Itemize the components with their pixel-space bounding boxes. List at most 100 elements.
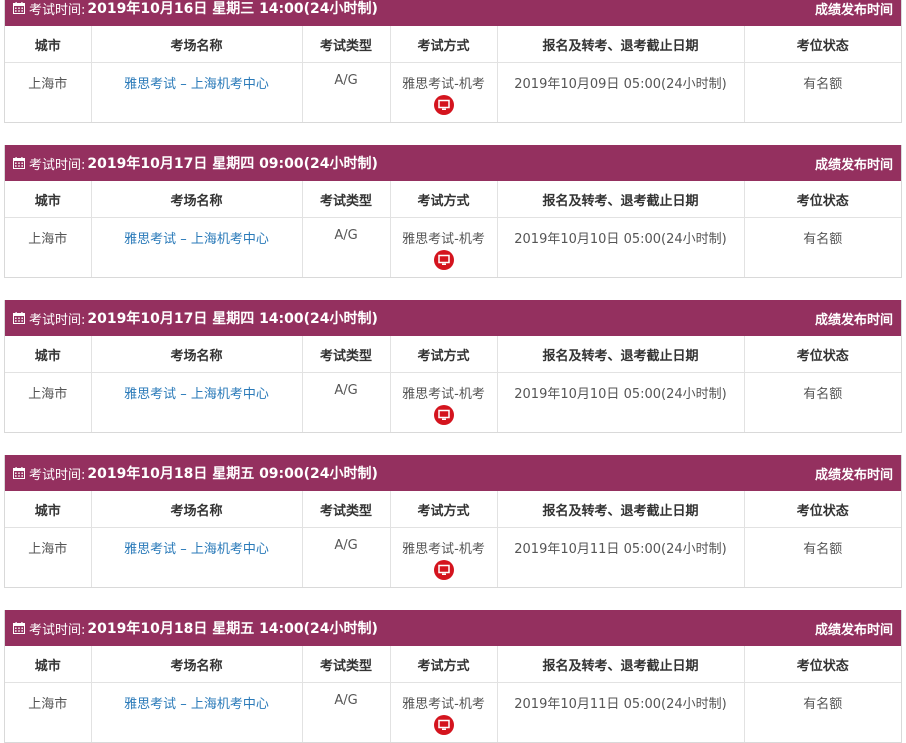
time-prefix: 考试时间: [29,622,86,638]
score-release-link[interactable]: 成绩发布时间 [815,464,893,483]
exam-session-card: 考试时间: 2019年10月18日 星期五 09:00(24小时制) 成绩发布时间城… [4,455,902,588]
score-release-link[interactable]: 成绩发布时间 [815,154,893,173]
city-cell: 上海市 [5,527,92,587]
exam-method-label: 雅思考试-机考 [402,232,485,247]
session-time-value: 2019年10月17日 星期四 09:00(24小时制) [87,156,378,172]
column-header: 考位状态 [744,181,901,218]
column-header: 考场名称 [91,646,303,683]
session-time-value: 2019年10月18日 星期五 09:00(24小时制) [87,466,378,482]
city-cell: 上海市 [5,217,92,277]
table-header-row: 城市 考场名称 考试类型 考试方式 报名及转考、退考截止日期 考位状态 [5,26,901,63]
exam-type-cell: A/G [302,372,391,432]
column-header: 考场名称 [91,336,303,373]
table-row: 上海市 雅思考试 – 上海机考中心 A/G 雅思考试-机考 2019年10月11日 05… [5,527,901,587]
column-header: 考位状态 [744,646,901,683]
deadline-cell: 2019年10月09日 05:00(24小时制) [497,62,745,122]
computer-icon [433,560,454,580]
seat-status-cell: 有名额 [803,387,843,402]
column-header: 城市 [5,181,92,218]
session-time: 考试时间: 2019年10月18日 星期五 14:00(24小时制) [13,618,378,638]
column-header: 报名及转考、退考截止日期 [497,646,745,683]
column-header: 报名及转考、退考截止日期 [497,491,745,528]
score-release-link[interactable]: 成绩发布时间 [815,619,893,638]
venue-link[interactable]: 雅思考试 – 上海机考中心 [91,372,303,432]
column-header: 考试类型 [302,26,391,63]
column-header: 考位状态 [744,336,901,373]
exam-method-label: 雅思考试-机考 [402,77,485,92]
deadline-cell: 2019年10月11日 05:00(24小时制) [497,527,745,587]
deadline-cell: 2019年10月10日 05:00(24小时制) [497,217,745,277]
session-header: 考试时间: 2019年10月18日 星期五 09:00(24小时制) 成绩发布时间 [5,455,901,491]
column-header: 考试方式 [390,646,498,683]
session-header: 考试时间: 2019年10月17日 星期四 09:00(24小时制) 成绩发布时间 [5,145,901,181]
time-prefix: 考试时间: [29,157,86,173]
venue-link[interactable]: 雅思考试 – 上海机考中心 [91,527,303,587]
session-time-value: 2019年10月16日 星期三 14:00(24小时制) [87,1,378,17]
exam-method-cell: 雅思考试-机考 [390,527,498,587]
column-header: 考场名称 [91,491,303,528]
column-header: 考位状态 [744,491,901,528]
city-cell: 上海市 [5,62,92,122]
exam-method-cell: 雅思考试-机考 [390,62,498,122]
seat-status-cell: 有名额 [803,542,843,557]
table-header-row: 城市 考场名称 考试类型 考试方式 报名及转考、退考截止日期 考位状态 [5,491,901,528]
exam-method-cell: 雅思考试-机考 [390,372,498,432]
column-header: 考试方式 [390,336,498,373]
table-row: 上海市 雅思考试 – 上海机考中心 A/G 雅思考试-机考 2019年10月09日 05… [5,62,901,122]
time-prefix: 考试时间: [29,467,86,483]
column-header: 考场名称 [91,181,303,218]
computer-icon [433,250,454,270]
computer-icon [433,95,454,115]
seat-status-cell: 有名额 [803,77,843,92]
session-time: 考试时间: 2019年10月18日 星期五 09:00(24小时制) [13,463,378,483]
column-header: 城市 [5,646,92,683]
table-row: 上海市 雅思考试 – 上海机考中心 A/G 雅思考试-机考 2019年10月10日 05… [5,372,901,432]
session-table: 城市 考场名称 考试类型 考试方式 报名及转考、退考截止日期 考位状态 上海市 雅思考试 – … [5,181,901,277]
table-header-row: 城市 考场名称 考试类型 考试方式 报名及转考、退考截止日期 考位状态 [5,646,901,683]
column-header: 报名及转考、退考截止日期 [497,336,745,373]
exam-session-card: 考试时间: 2019年10月17日 星期四 14:00(24小时制) 成绩发布时间城… [4,300,902,433]
column-header: 报名及转考、退考截止日期 [497,26,745,63]
column-header: 考试类型 [302,646,391,683]
column-header: 考试类型 [302,491,391,528]
exam-method-label: 雅思考试-机考 [402,387,485,402]
venue-link[interactable]: 雅思考试 – 上海机考中心 [91,62,303,122]
exam-session-card: 考试时间: 2019年10月17日 星期四 09:00(24小时制) 成绩发布时间城… [4,145,902,278]
exam-method-label: 雅思考试-机考 [402,542,485,557]
calendar-icon [13,312,25,324]
session-time-value: 2019年10月17日 星期四 14:00(24小时制) [87,311,378,327]
column-header: 考位状态 [744,26,901,63]
exam-type-cell: A/G [302,217,391,277]
session-table: 城市 考场名称 考试类型 考试方式 报名及转考、退考截止日期 考位状态 上海市 雅思考试 – … [5,336,901,432]
seat-status-cell: 有名额 [803,232,843,247]
venue-link[interactable]: 雅思考试 – 上海机考中心 [91,217,303,277]
time-prefix: 考试时间: [29,312,86,328]
table-header-row: 城市 考场名称 考试类型 考试方式 报名及转考、退考截止日期 考位状态 [5,181,901,218]
score-release-link[interactable]: 成绩发布时间 [815,0,893,18]
column-header: 城市 [5,491,92,528]
score-release-link[interactable]: 成绩发布时间 [815,309,893,328]
session-table: 城市 考场名称 考试类型 考试方式 报名及转考、退考截止日期 考位状态 上海市 雅思考试 – … [5,491,901,587]
calendar-icon [13,467,25,479]
city-cell: 上海市 [5,372,92,432]
session-time: 考试时间: 2019年10月17日 星期四 14:00(24小时制) [13,308,378,328]
session-table: 城市 考场名称 考试类型 考试方式 报名及转考、退考截止日期 考位状态 上海市 雅思考试 – … [5,26,901,122]
computer-icon [433,405,454,425]
column-header: 考试方式 [390,181,498,218]
calendar-icon [13,622,25,634]
column-header: 考试类型 [302,181,391,218]
column-header: 报名及转考、退考截止日期 [497,181,745,218]
exam-session-card: 考试时间: 2019年10月16日 星期三 14:00(24小时制) 成绩发布时间城… [4,0,902,123]
column-header: 城市 [5,26,92,63]
time-prefix: 考试时间: [29,2,86,18]
computer-icon [433,715,454,735]
session-time: 考试时间: 2019年10月17日 星期四 09:00(24小时制) [13,153,378,173]
column-header: 考场名称 [91,26,303,63]
exam-type-cell: A/G [302,62,391,122]
column-header: 考试方式 [390,491,498,528]
column-header: 城市 [5,336,92,373]
exam-method-cell: 雅思考试-机考 [390,217,498,277]
exam-session-card: 考试时间: 2019年10月18日 星期五 14:00(24小时制) 成绩发布时间城… [4,610,902,743]
exam-type-cell: A/G [302,527,391,587]
deadline-cell: 2019年10月10日 05:00(24小时制) [497,372,745,432]
